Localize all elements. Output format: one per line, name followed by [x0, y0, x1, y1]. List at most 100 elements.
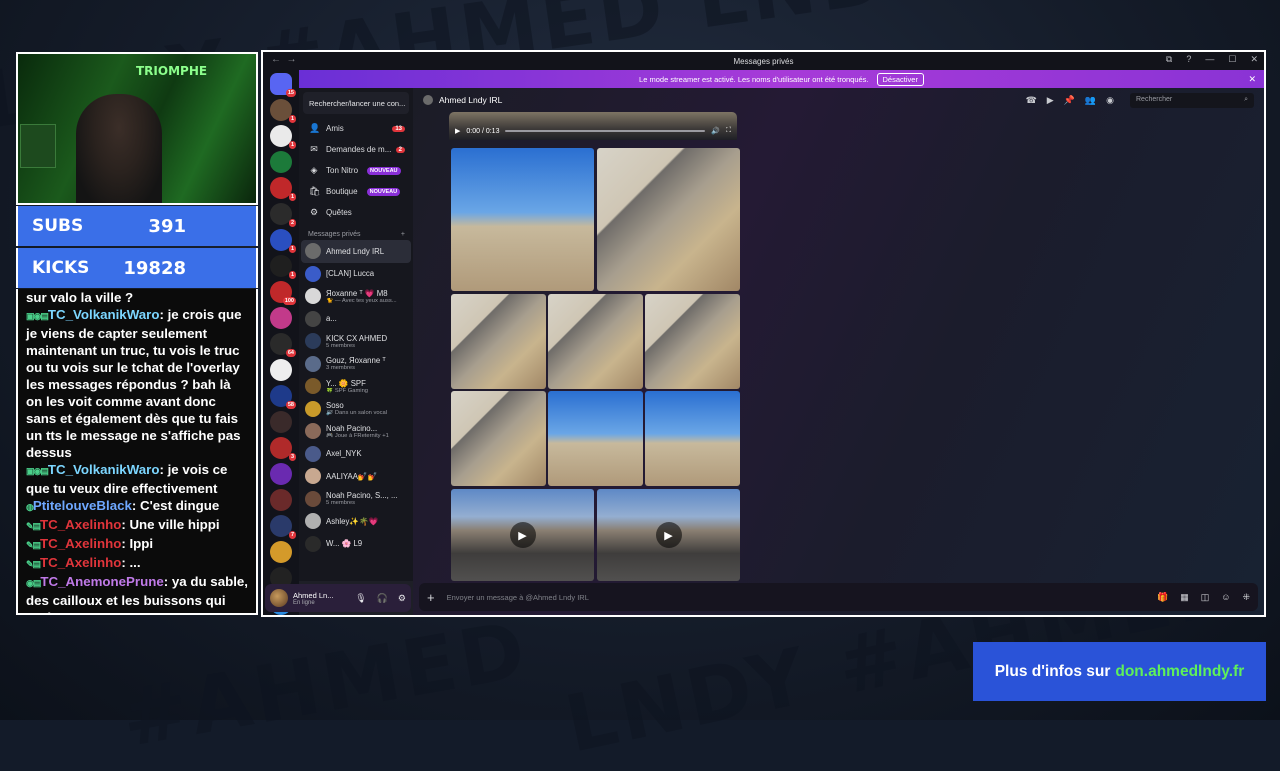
chat-username: TC_AnemonePrune	[40, 574, 164, 589]
chat-badges: ◍	[26, 502, 34, 512]
gift-icon[interactable]: 🎁	[1157, 592, 1168, 603]
gif-icon[interactable]: ▦	[1180, 592, 1189, 603]
dm-search-input[interactable]: Rechercher/lancer une con...	[303, 92, 409, 114]
photo-porch[interactable]	[597, 148, 740, 291]
add-friend-icon[interactable]: 👥	[1085, 95, 1096, 106]
server-icon[interactable]	[270, 411, 292, 433]
voice-call-icon[interactable]: ☎	[1026, 95, 1037, 106]
photo-porch[interactable]	[548, 294, 643, 389]
dm-item[interactable]: Y... 🌼 SPF 🍀 SPF Gaming	[299, 375, 413, 398]
nav-item[interactable]: ◈ Ton Nitro NOUVEAU	[299, 160, 413, 181]
nav-item[interactable]: ✉ Demandes de m... 2	[299, 139, 413, 160]
photo-porch[interactable]	[645, 294, 740, 389]
disable-streamer-button[interactable]: Désactiver	[876, 72, 924, 86]
dm-item[interactable]: Noah Pacino, S..., ... 5 membres	[299, 488, 413, 511]
user-avatar[interactable]	[270, 589, 288, 607]
server-icon[interactable]	[270, 307, 292, 329]
dm-item[interactable]: Axel_NYK	[299, 443, 413, 466]
server-icon[interactable]: 1	[270, 229, 296, 253]
kicks-counter: KICKS 19828	[16, 248, 258, 288]
nav-item[interactable]: ⚙ Quêtes	[299, 202, 413, 223]
server-icon[interactable]: 1	[270, 255, 296, 279]
dm-item[interactable]: Noah Pacino... 🎮 Joue à FReternity +1	[299, 420, 413, 443]
dm-item[interactable]: Яoxanne ᵀ 💗 M8 🐈 — Avec tes yeux auss...	[299, 285, 413, 308]
server-icon[interactable]: 1	[270, 177, 296, 201]
dm-item[interactable]: W... 🌸 L9	[299, 533, 413, 556]
unread-count: 13	[392, 125, 405, 132]
nav-arrows-icon[interactable]: ← →	[271, 54, 297, 65]
photo-porch[interactable]	[451, 294, 546, 389]
dm-item[interactable]: Ahmed Lndy IRL	[301, 240, 411, 263]
search-input[interactable]: Rechercher ⌕	[1130, 92, 1254, 108]
server-icon[interactable]	[270, 151, 292, 173]
unread-count: 2	[395, 146, 405, 153]
nav-item[interactable]: 👤 Amis 13	[299, 118, 413, 139]
play-icon[interactable]: ▶	[655, 522, 682, 548]
dm-avatar	[305, 288, 321, 305]
close-icon[interactable]: ✕	[1248, 74, 1256, 85]
dm-item[interactable]: Soso 🔊 Dans un salon vocal	[299, 398, 413, 421]
video-call-icon[interactable]: ▶	[1047, 95, 1054, 106]
add-dm-icon[interactable]: +	[401, 231, 405, 238]
donation-link[interactable]: don.ahmedlndy.fr	[1115, 663, 1244, 681]
server-icon[interactable]	[270, 541, 292, 563]
sticker-icon[interactable]: ◫	[1201, 592, 1210, 603]
video-road[interactable]: ▶	[451, 489, 594, 581]
dm-item[interactable]: [CLAN] Lucca	[299, 263, 413, 286]
photo-welcome-sign[interactable]	[451, 148, 594, 291]
dm-item[interactable]: a...	[299, 308, 413, 331]
add-attachment-icon[interactable]: +	[427, 590, 435, 605]
audio-progress[interactable]	[505, 130, 706, 132]
photo-road-sign[interactable]	[548, 391, 643, 486]
nav-label: Demandes de m...	[326, 145, 392, 154]
maximize-button[interactable]: ☐	[1228, 54, 1236, 65]
settings-gear-icon[interactable]: ⚙	[398, 593, 406, 604]
server-icon[interactable]: 1	[270, 99, 296, 123]
apps-icon[interactable]: ⁜	[1242, 592, 1250, 603]
fullscreen-icon[interactable]: ⛶	[726, 127, 731, 135]
dm-name: [CLAN] Lucca	[326, 269, 375, 279]
photo-desert[interactable]	[645, 391, 740, 486]
kicks-value: 19828	[123, 257, 186, 279]
message-composer[interactable]: + Envoyer un message à @Ahmed Lndy IRL 🎁…	[419, 583, 1258, 611]
close-button[interactable]: ✕	[1250, 54, 1258, 65]
server-icon[interactable]	[270, 463, 292, 485]
neon-sign: TRIOMPHE	[136, 64, 208, 78]
composer-placeholder: Envoyer un message à @Ahmed Lndy IRL	[446, 592, 589, 602]
server-icon[interactable]: 58	[270, 385, 296, 409]
play-icon[interactable]: ▶	[509, 522, 536, 548]
inbox-icon[interactable]: ⧉	[1166, 54, 1172, 65]
dm-name: Soso	[326, 401, 344, 411]
photo-porch[interactable]	[451, 391, 546, 486]
dm-item[interactable]: AALIYAA💅💅	[299, 465, 413, 488]
volume-icon[interactable]: 🔊	[711, 127, 720, 135]
server-icon[interactable]: 64	[270, 333, 296, 357]
server-icon[interactable]: 2	[270, 203, 296, 227]
server-icon[interactable]	[270, 359, 292, 381]
dm-item[interactable]: KICK CX AHMED 5 membres	[299, 330, 413, 353]
studio-light	[20, 124, 56, 168]
server-icon[interactable]: 15	[270, 73, 296, 97]
help-icon[interactable]: ?	[1186, 54, 1191, 65]
nav-icon: ⚙	[309, 207, 319, 217]
channel-name: Ahmed Lndy IRL	[439, 95, 503, 105]
server-icon[interactable]: 100	[270, 281, 296, 305]
server-icon[interactable]	[270, 489, 292, 511]
microphone-icon[interactable]: 🎙	[355, 593, 366, 604]
pin-icon[interactable]: 📌	[1064, 95, 1075, 106]
chat-username: TC_Axelinho	[40, 517, 122, 532]
minimize-button[interactable]: —	[1205, 54, 1214, 65]
profile-icon[interactable]: ◉	[1106, 95, 1114, 106]
server-icon[interactable]: 1	[270, 125, 296, 149]
video-road[interactable]: ▶	[597, 489, 740, 581]
headset-icon[interactable]: 🎧	[377, 593, 388, 604]
dm-item[interactable]: Ashley✨🌴💗	[299, 510, 413, 533]
dm-item[interactable]: Gouz, Яoxanne ᵀ3 membres	[299, 353, 413, 376]
emoji-icon[interactable]: ☺	[1221, 592, 1230, 603]
nav-item[interactable]: 🛍 Boutique NOUVEAU	[299, 181, 413, 202]
chat-text: : Une ville hippi	[121, 517, 220, 532]
play-icon[interactable]: ▶	[455, 127, 460, 135]
server-icon[interactable]: 3	[270, 437, 296, 461]
chat-badges: ✎▤	[26, 521, 41, 531]
server-icon[interactable]: 7	[270, 515, 296, 539]
